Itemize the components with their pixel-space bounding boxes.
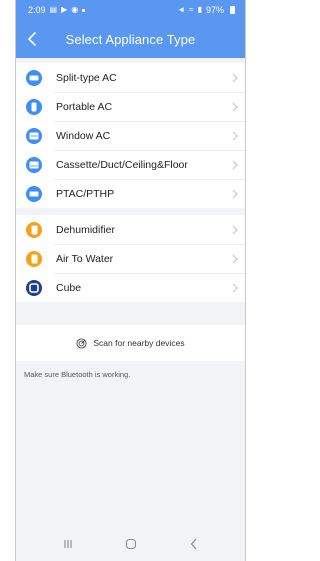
chevron-right-icon	[229, 189, 241, 199]
air-to-water-icon	[26, 250, 42, 267]
back-button[interactable]	[22, 29, 42, 49]
recents-button[interactable]	[54, 534, 82, 554]
chevron-left-icon	[28, 32, 36, 46]
page-title: Select Appliance Type	[65, 31, 196, 47]
window-ac-icon	[26, 127, 42, 144]
status-bar: 2:09 ▤ ▶ ◉ ◄ ≈ ▮ 97%	[16, 0, 245, 20]
appliance-group-other: Dehumidifier Air To Water Cube	[16, 215, 245, 302]
scan-button[interactable]: Scan for nearby devices	[16, 325, 245, 361]
title-bar: Select Appliance Type	[16, 20, 245, 58]
chevron-right-icon	[229, 73, 241, 83]
system-nav-bar	[16, 527, 245, 561]
appliance-item-ptac-pthp[interactable]: PTAC/PTHP	[16, 179, 245, 208]
scan-radar-icon	[76, 337, 87, 349]
battery-icon	[230, 6, 235, 14]
home-button[interactable]	[117, 534, 145, 554]
mute-icon: ◄	[177, 5, 186, 14]
scan-label: Scan for nearby devices	[93, 338, 185, 348]
appliance-label: Window AC	[56, 129, 111, 142]
appliance-item-cube[interactable]: Cube	[16, 273, 245, 302]
message-icon: ▤	[49, 5, 58, 14]
cassette-ac-icon	[26, 156, 42, 173]
appliance-label: PTAC/PTHP	[56, 187, 115, 200]
chevron-right-icon	[229, 160, 241, 170]
appliance-item-cassette-duct-ceiling-floor[interactable]: Cassette/Duct/Ceiling&Floor	[16, 150, 245, 179]
appliance-label: Dehumidifier	[56, 223, 115, 236]
status-bar-right: ◄ ≈ ▮ 97%	[177, 5, 235, 15]
appliance-label: Portable AC	[56, 100, 113, 113]
appliance-item-air-to-water[interactable]: Air To Water	[16, 244, 245, 273]
chevron-right-icon	[229, 102, 241, 112]
at-icon: ◉	[71, 5, 79, 14]
appliance-item-dehumidifier[interactable]: Dehumidifier	[16, 215, 245, 244]
portable-ac-icon	[26, 98, 42, 115]
appliance-item-portable-ac[interactable]: Portable AC	[16, 92, 245, 121]
appliance-label: Air To Water	[56, 252, 114, 265]
status-time: 2:09	[28, 5, 46, 15]
signal-icon: ▮	[197, 5, 202, 14]
bluetooth-note: Make sure Bluetooth is working.	[24, 370, 131, 379]
split-ac-icon	[26, 69, 42, 86]
recents-icon	[63, 540, 72, 548]
appliance-label: Split-type AC	[56, 71, 117, 84]
battery-percent: 97%	[205, 5, 224, 15]
status-bar-left: 2:09 ▤ ▶ ◉	[28, 5, 86, 15]
notification-dot-icon	[82, 8, 86, 12]
cube-icon	[26, 279, 42, 296]
chevron-right-icon	[229, 254, 241, 264]
system-back-button[interactable]	[180, 534, 208, 554]
appliance-item-window-ac[interactable]: Window AC	[16, 121, 245, 150]
chevron-right-icon	[229, 131, 241, 141]
appliance-label: Cube	[56, 281, 82, 294]
appliance-item-split-type-ac[interactable]: Split-type AC	[16, 63, 245, 92]
play-icon: ▶	[61, 5, 68, 14]
appliance-group-ac: Split-type AC Portable AC Window AC Cass…	[16, 63, 245, 208]
wifi-icon: ≈	[189, 5, 194, 14]
appliance-label: Cassette/Duct/Ceiling&Floor	[56, 158, 188, 171]
back-arrow-icon	[190, 538, 196, 550]
phone-screen: 2:09 ▤ ▶ ◉ ◄ ≈ ▮ 97% Select Appliance Ty…	[15, 0, 246, 561]
chevron-right-icon	[229, 283, 241, 293]
chevron-right-icon	[229, 225, 241, 235]
ptac-icon	[26, 185, 42, 202]
dehumidifier-icon	[26, 221, 42, 238]
home-icon	[125, 538, 136, 550]
